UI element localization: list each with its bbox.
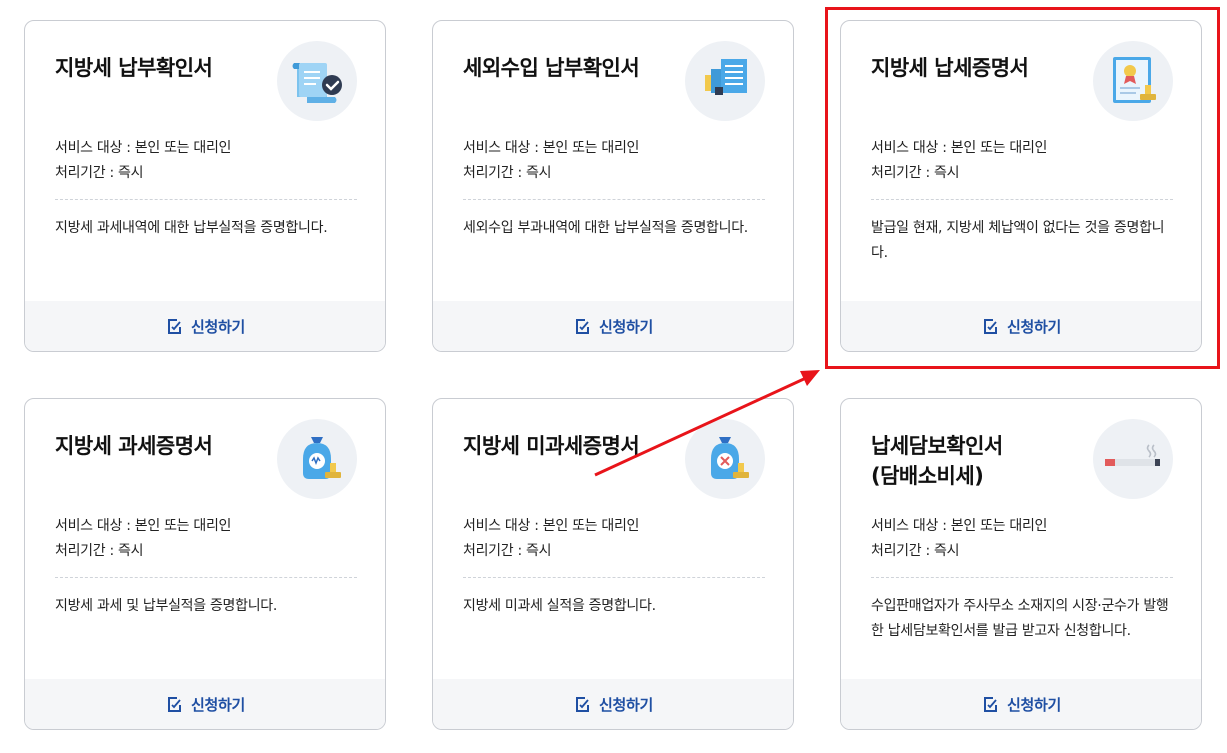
divider bbox=[871, 199, 1173, 200]
service-target: 서비스 대상 : 본인 또는 대리인 bbox=[463, 518, 640, 534]
edit-document-icon bbox=[167, 697, 181, 712]
apply-label: 신청하기 bbox=[598, 695, 653, 714]
service-target: 서비스 대상 : 본인 또는 대리인 bbox=[55, 140, 232, 156]
service-target: 서비스 대상 : 본인 또는 대리인 bbox=[55, 518, 232, 534]
service-target: 서비스 대상 : 본인 또는 대리인 bbox=[463, 140, 640, 156]
apply-label: 신청하기 bbox=[190, 317, 245, 336]
card-description: 수입판매업자가 주사무소 소재지의 시장·군수가 발행한 납세담보확인서를 발급… bbox=[871, 598, 1169, 639]
card-title: 세외수입 납부확인서 bbox=[463, 56, 640, 80]
service-card-local-tax-assessment-certificate: 지방세 과세증명서 서비스 대상 : 본인 또는 대리인 처리기간 : 즉시 지… bbox=[24, 398, 386, 730]
processing-period: 처리기간 : 즉시 bbox=[871, 543, 960, 559]
cigarette-icon bbox=[1093, 419, 1173, 499]
divider bbox=[871, 577, 1173, 578]
card-meta: 서비스 대상 : 본인 또는 대리인 처리기간 : 즉시 bbox=[463, 136, 763, 186]
apply-button[interactable]: 신청하기 bbox=[433, 301, 793, 351]
certificate-stamp-icon bbox=[1093, 41, 1173, 121]
divider bbox=[55, 199, 357, 200]
card-description: 발급일 현재, 지방세 체납액이 없다는 것을 증명합니다. bbox=[871, 220, 1165, 261]
service-card-tax-security-confirmation: 납세담보확인서 (담배소비세) 서비스 대상 : 본인 또는 대리인 처리기간 … bbox=[840, 398, 1202, 730]
service-card-local-tax-non-assessment-certificate: 지방세 미과세증명서 서비스 대상 : 본인 또는 대리인 처리기간 : 즉시 … bbox=[432, 398, 794, 730]
card-title: 지방세 납세증명서 bbox=[871, 56, 1029, 80]
apply-label: 신청하기 bbox=[598, 317, 653, 336]
card-description: 세외수입 부과내역에 대한 납부실적을 증명합니다. bbox=[463, 220, 748, 236]
processing-period: 처리기간 : 즉시 bbox=[871, 165, 960, 181]
certificate-service-grid: 지방세 납부확인서 서비스 대상 : 본인 또는 대리인 처리기간 : 즉시 지… bbox=[0, 0, 1227, 753]
scroll-check-icon bbox=[277, 41, 357, 121]
card-title: 지방세 과세증명서 bbox=[55, 434, 213, 458]
card-meta: 서비스 대상 : 본인 또는 대리인 처리기간 : 즉시 bbox=[55, 514, 355, 564]
processing-period: 처리기간 : 즉시 bbox=[55, 165, 144, 181]
service-card-local-tax-payment-certificate: 지방세 납세증명서 서비스 대상 : 본인 또는 대리인 처리기간 : 즉시 발… bbox=[840, 20, 1202, 352]
apply-button[interactable]: 신청하기 bbox=[25, 679, 385, 729]
card-title: 지방세 납부확인서 bbox=[55, 56, 213, 80]
service-card-local-tax-payment-confirmation: 지방세 납부확인서 서비스 대상 : 본인 또는 대리인 처리기간 : 즉시 지… bbox=[24, 20, 386, 352]
card-title: 납세담보확인서 (담배소비세) bbox=[871, 434, 1003, 488]
service-target: 서비스 대상 : 본인 또는 대리인 bbox=[871, 140, 1048, 156]
card-title: 지방세 미과세증명서 bbox=[463, 434, 640, 458]
apply-label: 신청하기 bbox=[1006, 695, 1061, 714]
processing-period: 처리기간 : 즉시 bbox=[55, 543, 144, 559]
apply-button[interactable]: 신청하기 bbox=[841, 301, 1201, 351]
apply-button[interactable]: 신청하기 bbox=[433, 679, 793, 729]
card-description: 지방세 과세 및 납부실적을 증명합니다. bbox=[55, 598, 278, 614]
divider bbox=[463, 199, 765, 200]
money-bag-stamp-icon bbox=[277, 419, 357, 499]
building-document-icon bbox=[685, 41, 765, 121]
apply-label: 신청하기 bbox=[1006, 317, 1061, 336]
service-card-non-tax-payment-confirmation: 세외수입 납부확인서 서비스 대상 : 본인 또는 대리인 처리기간 : 즉시 … bbox=[432, 20, 794, 352]
processing-period: 처리기간 : 즉시 bbox=[463, 165, 552, 181]
card-meta: 서비스 대상 : 본인 또는 대리인 처리기간 : 즉시 bbox=[871, 514, 1171, 564]
apply-button[interactable]: 신청하기 bbox=[25, 301, 385, 351]
card-meta: 서비스 대상 : 본인 또는 대리인 처리기간 : 즉시 bbox=[463, 514, 763, 564]
service-target: 서비스 대상 : 본인 또는 대리인 bbox=[871, 518, 1048, 534]
edit-document-icon bbox=[167, 319, 181, 334]
divider bbox=[463, 577, 765, 578]
apply-button[interactable]: 신청하기 bbox=[841, 679, 1201, 729]
card-meta: 서비스 대상 : 본인 또는 대리인 처리기간 : 즉시 bbox=[871, 136, 1171, 186]
processing-period: 처리기간 : 즉시 bbox=[463, 543, 552, 559]
apply-label: 신청하기 bbox=[190, 695, 245, 714]
card-meta: 서비스 대상 : 본인 또는 대리인 처리기간 : 즉시 bbox=[55, 136, 355, 186]
money-bag-x-stamp-icon bbox=[685, 419, 765, 499]
card-description: 지방세 과세내역에 대한 납부실적을 증명합니다. bbox=[55, 220, 328, 236]
divider bbox=[55, 577, 357, 578]
edit-document-icon bbox=[983, 319, 997, 334]
card-description: 지방세 미과세 실적을 증명합니다. bbox=[463, 598, 656, 614]
edit-document-icon bbox=[983, 697, 997, 712]
edit-document-icon bbox=[575, 319, 589, 334]
edit-document-icon bbox=[575, 697, 589, 712]
